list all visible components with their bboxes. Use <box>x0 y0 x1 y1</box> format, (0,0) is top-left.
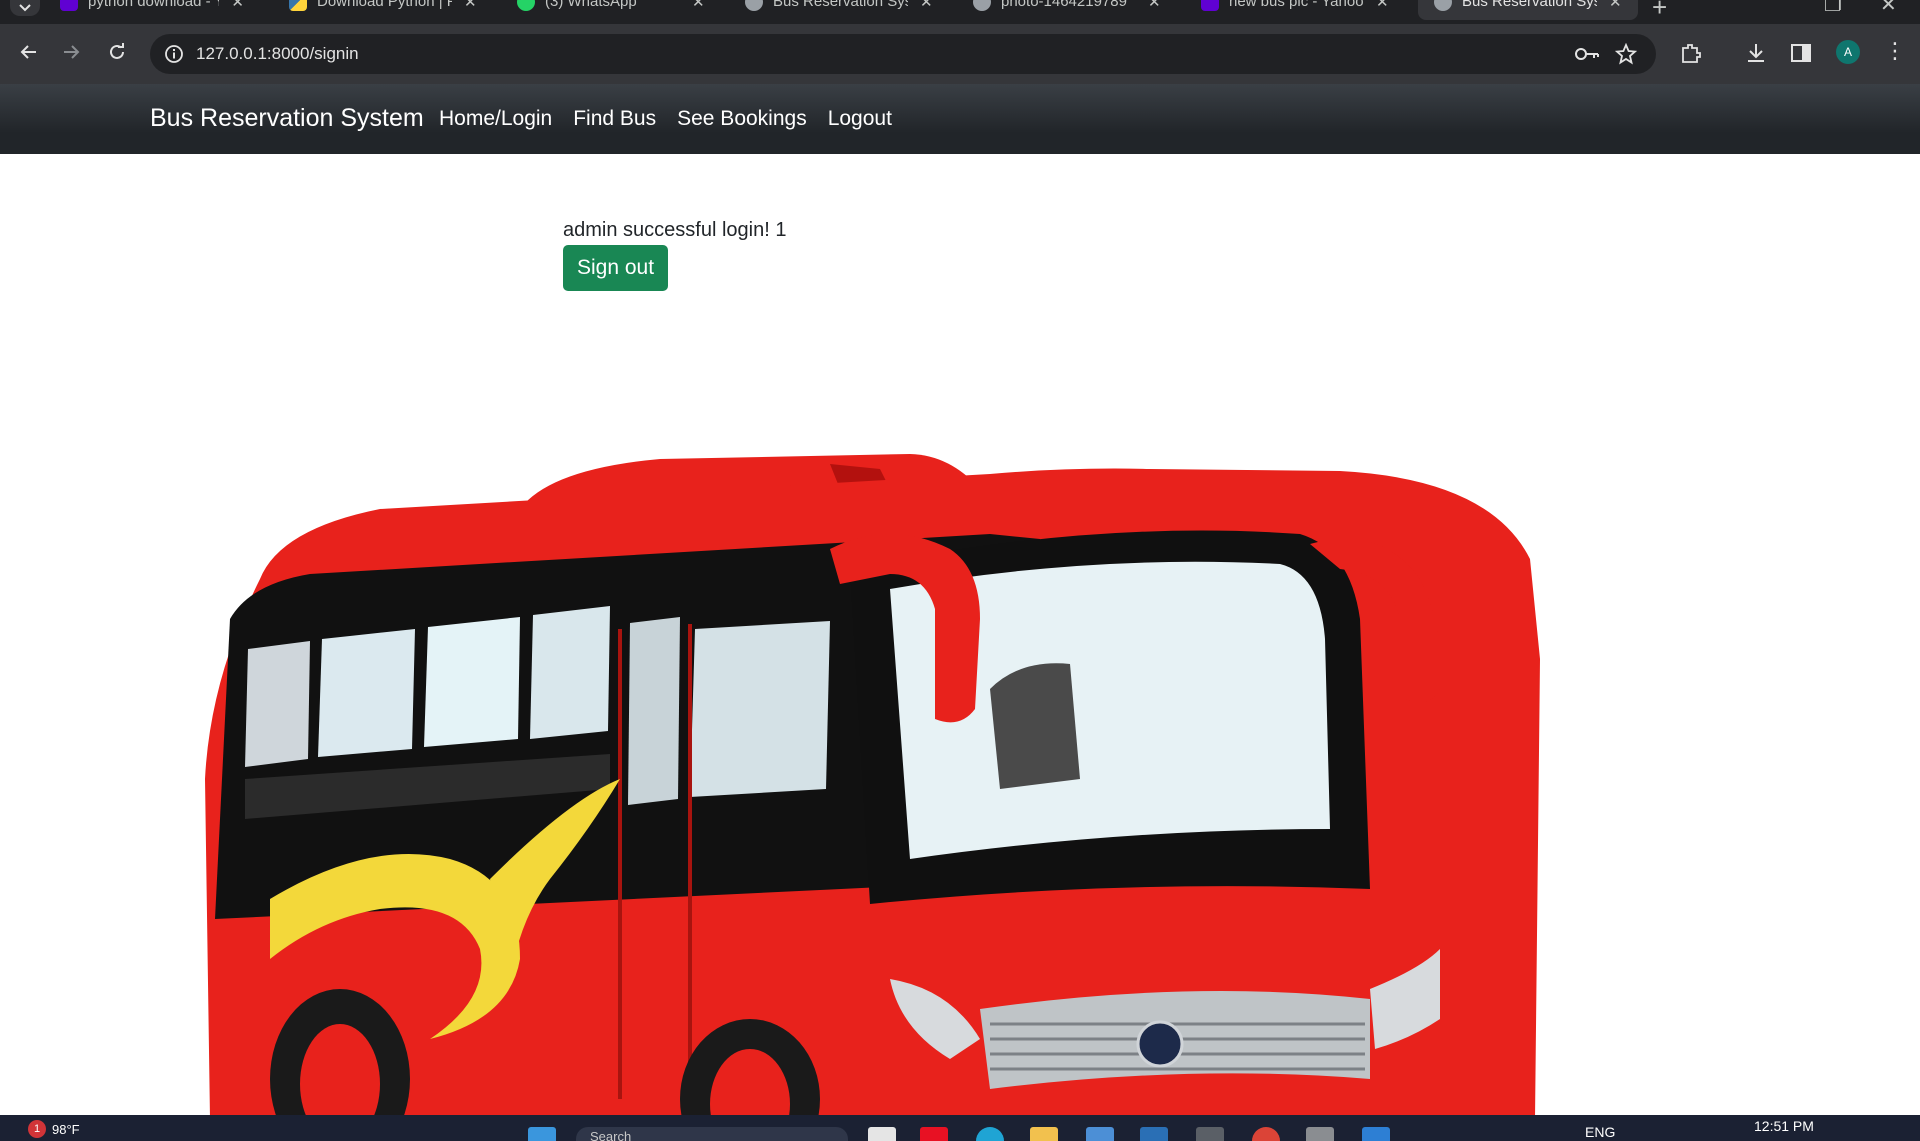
tab-search-button[interactable] <box>10 0 40 16</box>
restore-window-icon[interactable]: ❐ <box>1824 0 1842 17</box>
browser-tab-active[interactable]: Bus Reservation Syst ✕ <box>1418 0 1638 20</box>
weather-temperature: 98°F <box>52 1121 80 1137</box>
password-key-icon[interactable] <box>1574 43 1600 65</box>
globe-icon <box>745 0 763 11</box>
mail-app-icon[interactable] <box>1140 1127 1168 1141</box>
back-icon[interactable] <box>14 38 42 66</box>
edge-browser-icon[interactable] <box>976 1127 1004 1141</box>
browser-tab[interactable]: Download Python | P ✕ <box>273 0 493 20</box>
nav-home-login[interactable]: Home/Login <box>439 106 552 132</box>
page-content: admin successful login! 1 Sign out <box>0 154 1920 1115</box>
tab-title: python download - Y <box>88 0 220 10</box>
side-panel-icon[interactable] <box>1790 42 1812 64</box>
address-url: 127.0.0.1:8000/signin <box>196 44 359 63</box>
clock-time[interactable]: 12:51 PM <box>1754 1118 1814 1134</box>
yahoo-icon <box>60 0 78 11</box>
reload-icon[interactable] <box>103 38 131 66</box>
browser-tab-strip: python download - Y ✕ Download Python | … <box>0 0 1920 24</box>
close-icon[interactable]: ✕ <box>231 0 244 12</box>
new-tab-plus-icon[interactable]: + <box>1652 0 1667 23</box>
bookmark-star-icon[interactable] <box>1615 43 1637 65</box>
browser-tab[interactable]: photo-1464219789 ✕ <box>957 0 1177 20</box>
nav-logout[interactable]: Logout <box>828 106 892 132</box>
close-icon[interactable]: ✕ <box>692 0 705 12</box>
tab-title: photo-1464219789 <box>1001 0 1127 10</box>
nav-find-bus[interactable]: Find Bus <box>573 106 656 132</box>
close-icon[interactable]: ✕ <box>1609 0 1622 12</box>
chrome-browser-icon[interactable] <box>1252 1127 1280 1141</box>
forward-icon[interactable] <box>58 38 86 66</box>
vscode-app-icon[interactable] <box>1362 1127 1390 1141</box>
downloads-icon[interactable] <box>1745 42 1767 64</box>
address-bar[interactable]: 127.0.0.1:8000/signin <box>150 34 1656 74</box>
globe-icon <box>1434 0 1452 11</box>
close-icon[interactable]: ✕ <box>1148 0 1161 12</box>
site-navbar: Bus Reservation System Home/Login Find B… <box>0 84 1920 154</box>
windows-start-icon[interactable] <box>528 1127 556 1141</box>
nav-links: Home/Login Find Bus See Bookings Logout <box>439 106 892 132</box>
login-success-message: admin successful login! 1 <box>563 219 787 241</box>
site-brand[interactable]: Bus Reservation System <box>150 103 424 133</box>
language-indicator[interactable]: ENG <box>1585 1124 1615 1140</box>
tab-title: new bus pic - Yahoo <box>1229 0 1364 10</box>
tab-title: Download Python | P <box>317 0 452 10</box>
extensions-puzzle-icon[interactable] <box>1680 42 1702 64</box>
yahoo-icon <box>1201 0 1219 11</box>
profile-avatar[interactable]: A <box>1836 40 1860 64</box>
browser-tab[interactable]: (3) WhatsApp ✕ <box>501 0 721 20</box>
python-icon <box>289 0 307 11</box>
close-icon[interactable]: ✕ <box>464 0 477 12</box>
taskbar-app-icon[interactable] <box>1306 1127 1334 1141</box>
whatsapp-icon <box>517 0 535 11</box>
terminal-app-icon[interactable] <box>1196 1127 1224 1141</box>
windows-taskbar: 1 98°F Search ENG 12:51 PM <box>0 1115 1920 1141</box>
globe-icon <box>973 0 991 11</box>
youtube-app-icon[interactable] <box>920 1127 948 1141</box>
close-icon[interactable]: ✕ <box>1376 0 1389 12</box>
browser-toolbar: 127.0.0.1:8000/signin A ⋮ <box>0 24 1920 84</box>
file-app-icon[interactable] <box>868 1127 896 1141</box>
taskbar-search[interactable]: Search <box>576 1127 848 1141</box>
tab-title: (3) WhatsApp <box>545 0 637 10</box>
sign-out-button[interactable]: Sign out <box>563 245 668 291</box>
file-explorer-icon[interactable] <box>1030 1127 1058 1141</box>
tab-title: Bus Reservation Syst <box>1462 0 1597 10</box>
notification-badge: 1 <box>28 1120 46 1138</box>
browser-tab[interactable]: new bus pic - Yahoo ✕ <box>1185 0 1405 20</box>
chevron-down-icon <box>19 4 31 12</box>
weather-widget[interactable]: 1 98°F <box>28 1120 80 1138</box>
close-window-icon[interactable]: ✕ <box>1880 0 1897 17</box>
nav-see-bookings[interactable]: See Bookings <box>677 106 807 132</box>
menu-kebab-icon[interactable]: ⋮ <box>1884 40 1906 62</box>
store-app-icon[interactable] <box>1086 1127 1114 1141</box>
browser-tab[interactable]: python download - Y ✕ <box>44 0 254 20</box>
bus-image <box>205 454 1540 1115</box>
tab-title: Bus Reservation Syst <box>773 0 908 10</box>
close-icon[interactable]: ✕ <box>920 0 933 12</box>
site-info-icon[interactable] <box>164 44 184 64</box>
browser-tab[interactable]: Bus Reservation Syst ✕ <box>729 0 949 20</box>
